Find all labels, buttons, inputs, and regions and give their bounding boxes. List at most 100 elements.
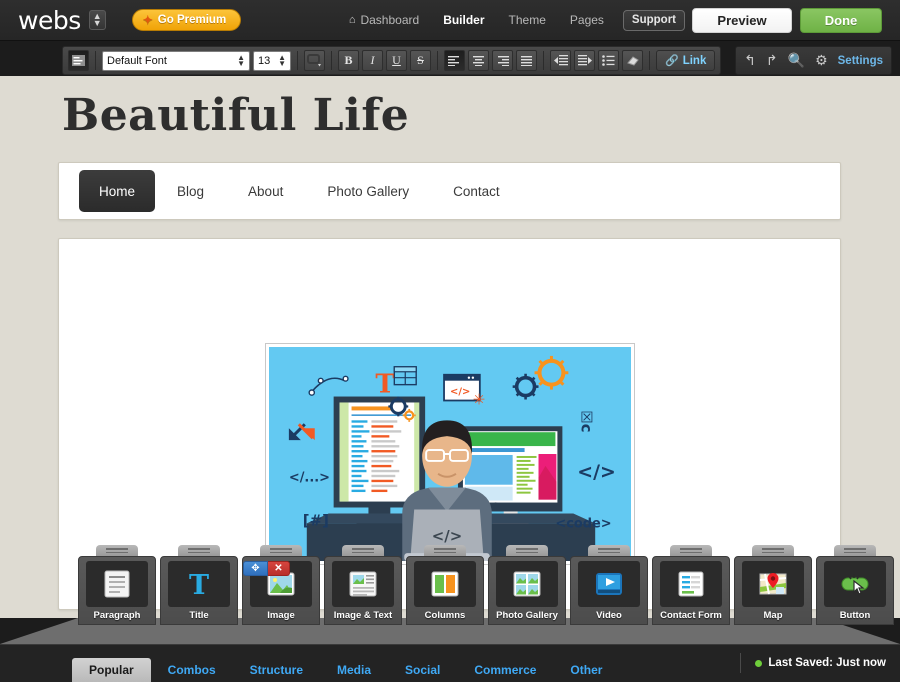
widget-map[interactable]: Map [734,545,812,625]
widget-handle[interactable] [178,545,220,556]
widget-handle[interactable] [96,545,138,556]
widget-body[interactable]: Button [816,556,894,625]
align-left-icon[interactable] [444,50,465,71]
go-premium-button[interactable]: ✦ Go Premium [131,9,242,31]
tab-structure[interactable]: Structure [233,658,320,682]
widget-handle[interactable] [834,545,876,556]
widget-body[interactable]: Columns [406,556,484,625]
updown-caret-icon[interactable]: ▲ ▼ [88,10,106,30]
widget-handle[interactable] [260,545,302,556]
site-nav-item-blog[interactable]: Blog [155,162,226,220]
top-nav-builder[interactable]: Builder [431,0,496,41]
search-icon[interactable]: 🔍 [788,52,805,69]
widget-contact-form[interactable]: Contact Form [652,545,730,625]
bold-button[interactable]: B [338,50,359,71]
widget-button[interactable]: Button [816,545,894,625]
align-right-icon[interactable] [492,50,513,71]
widget-columns[interactable]: Columns [406,545,484,625]
widget-paragraph[interactable]: Paragraph [78,545,156,625]
title-icon: T [168,561,230,607]
widget-body[interactable]: Contact Form [652,556,730,625]
settings-label[interactable]: Settings [838,55,883,67]
widget-label: Button [839,610,871,621]
underline-button[interactable]: U [386,50,407,71]
preview-button[interactable]: Preview [692,7,792,33]
top-nav-dashboard-label: Dashboard [360,13,420,27]
format-toolbar: Default Font ▲ ▼ 13 ▲ ▼ B I U S 🔗 Link [62,46,722,75]
undo-icon[interactable]: ↰ [744,52,756,69]
widget-handle[interactable] [424,545,466,556]
chevron-updown-icon: ▲ ▼ [278,52,286,68]
button-icon [824,561,886,607]
widget-handle[interactable] [670,545,712,556]
save-status-label: Last Saved: Just now [768,657,886,669]
tab-popular[interactable]: Popular [72,658,151,682]
widget-label: Title [189,610,209,621]
webs-logo[interactable]: webs [18,8,81,33]
strikethrough-button[interactable]: S [410,50,431,71]
link-icon: 🔗 [665,55,679,67]
toolbar-divider [543,51,544,70]
top-nav-theme[interactable]: Theme [497,0,558,41]
toolbar-divider [649,51,650,70]
widget-body[interactable]: Video [570,556,648,625]
widget-handle[interactable] [752,545,794,556]
widget-tray: Paragraph T Title Image Image & Text Col… [78,545,894,625]
insert-link-button[interactable]: 🔗 Link [656,50,716,71]
redo-icon[interactable]: ↱ [766,52,778,69]
tab-social[interactable]: Social [388,658,457,682]
contact-form-icon [660,561,722,607]
widget-body[interactable]: Photo Gallery [488,556,566,625]
widget-handle[interactable] [588,545,630,556]
page-title[interactable]: Beautiful Life [62,90,900,141]
widget-body[interactable]: Map [734,556,812,625]
tab-other[interactable]: Other [553,658,619,682]
widget-handle[interactable] [342,545,384,556]
tab-commerce[interactable]: Commerce [457,658,553,682]
align-justify-icon[interactable] [516,50,537,71]
widget-body[interactable]: T Title [160,556,238,625]
tab-combos[interactable]: Combos [151,658,233,682]
widget-label: Image & Text [333,610,393,621]
align-center-icon[interactable] [468,50,489,71]
site-nav-item-contact[interactable]: Contact [431,162,522,220]
map-icon [742,561,804,607]
paragraph-block-icon[interactable] [68,50,89,71]
font-family-select[interactable]: Default Font ▲ ▼ [102,50,250,71]
image-text-icon [332,561,394,607]
top-nav-pages[interactable]: Pages [558,0,616,41]
widget-image[interactable]: Image [242,545,320,625]
site-nav-item-about[interactable]: About [226,162,305,220]
video-icon [578,561,640,607]
toolbar-divider [297,51,298,70]
home-icon: ⌂ [348,14,356,26]
bullet-list-icon[interactable] [598,50,619,71]
support-button[interactable]: Support [622,9,685,31]
site-nav-item-home[interactable]: Home [79,170,156,212]
site-nav-item-photo-gallery[interactable]: Photo Gallery [305,162,431,220]
clear-format-icon[interactable] [622,50,643,71]
page-canvas: Beautiful Life Home Blog About Photo Gal… [0,76,900,626]
indent-icon[interactable] [574,50,595,71]
move-icon[interactable]: ✥ [243,561,268,576]
top-nav-dashboard[interactable]: ⌂ Dashboard [337,0,431,41]
image-widget[interactable]: T </> ✳ ☒c </> </...> [#] </> <code> [265,343,635,565]
widget-body[interactable]: Paragraph [78,556,156,625]
status-dot-icon [755,659,763,667]
svg-text:☒c: ☒c [577,410,595,432]
widget-image-text[interactable]: Image & Text [324,545,402,625]
widget-photo-gallery[interactable]: Photo Gallery [488,545,566,625]
link-label: Link [682,54,707,67]
outdent-icon[interactable] [550,50,571,71]
widget-title[interactable]: T Title [160,545,238,625]
italic-button[interactable]: I [362,50,383,71]
done-button[interactable]: Done [800,7,882,33]
text-color-icon[interactable] [304,50,325,71]
gear-icon[interactable]: ⚙ [815,52,828,69]
widget-handle[interactable] [506,545,548,556]
close-icon[interactable]: ✕ [268,561,290,576]
tab-media[interactable]: Media [320,658,388,682]
widget-body[interactable]: Image & Text [324,556,402,625]
font-size-select[interactable]: 13 ▲ ▼ [253,50,291,71]
widget-video[interactable]: Video [570,545,648,625]
